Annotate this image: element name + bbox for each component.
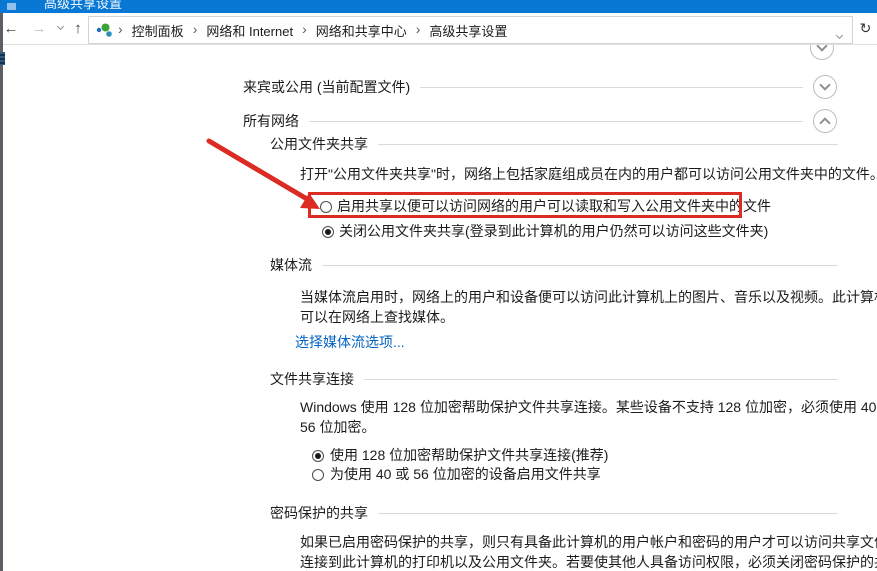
settings-content: 来宾或公用 (当前配置文件) 所有网络 公用文件夹共享 打开"公用文件夹共享"时… [3, 45, 877, 571]
navigation-toolbar: ← → ↑ › 控制面板 › 网络和 Internet › 网络和共享中心 › … [0, 13, 877, 45]
divider [378, 144, 838, 145]
section-public-folder-sharing: 公用文件夹共享 [270, 134, 848, 154]
chevron-down-icon [816, 45, 827, 52]
radio-40-56bit-encryption[interactable] [312, 469, 324, 481]
radio-disable-public-folder-sharing[interactable] [322, 226, 334, 238]
breadcrumb-separator: › [118, 21, 123, 37]
section-toggle-partial[interactable] [810, 45, 834, 60]
profile-row-guest-public: 来宾或公用 (当前配置文件) [243, 75, 837, 99]
password-sharing-description-line: 如果已启用密码保护的共享，则只有具备此计算机的用户帐户和密码的用户才可以访问共享… [300, 532, 877, 552]
divider [364, 379, 838, 380]
address-dropdown-icon[interactable] [837, 25, 842, 43]
address-bar[interactable]: › 控制面板 › 网络和 Internet › 网络和共享中心 › 高级共享设置 [88, 16, 853, 44]
refresh-button[interactable]: ↻ [854, 13, 877, 44]
section-title: 文件共享连接 [270, 369, 354, 389]
chevron-down-icon [56, 23, 63, 30]
breadcrumb-control-panel[interactable]: 控制面板 [132, 21, 184, 40]
chevron-down-icon [836, 32, 843, 39]
chevron-down-icon [819, 79, 830, 90]
section-title: 媒体流 [270, 255, 312, 275]
breadcrumb-separator: › [302, 21, 307, 37]
profile-row-all-networks: 所有网络 [243, 109, 837, 133]
window-titlebar[interactable]: 高级共享设置 [0, 0, 877, 13]
file-sharing-description-line: 56 位加密。 [300, 417, 375, 437]
background-window-icon [0, 52, 5, 65]
recent-pages-dropdown-icon[interactable] [52, 13, 68, 44]
divider [420, 87, 803, 88]
media-streaming-description-line: 可以在网络上查找媒体。 [300, 307, 454, 327]
collapse-all-networks-button[interactable] [813, 109, 837, 133]
back-button[interactable]: ← [0, 13, 22, 44]
file-sharing-description-line: Windows 使用 128 位加密帮助保护文件共享连接。某些设备不支持 128… [300, 397, 877, 417]
section-file-sharing-connections: 文件共享连接 [270, 369, 848, 389]
profile-title: 所有网络 [243, 111, 299, 131]
window-title: 高级共享设置 [44, 0, 122, 12]
section-media-streaming: 媒体流 [270, 255, 848, 275]
breadcrumb-network-sharing-center[interactable]: 网络和共享中心 [316, 21, 407, 40]
section-password-protected-sharing: 密码保护的共享 [270, 503, 848, 523]
divider [322, 265, 838, 266]
breadcrumb-separator: › [416, 21, 421, 37]
media-streaming-description-line: 当媒体流启用时，网络上的用户和设备便可以访问此计算机上的图片、音乐以及视频。此计… [300, 287, 877, 307]
forward-button[interactable]: → [28, 13, 50, 44]
background-window-edge [0, 13, 3, 571]
up-button[interactable]: ↑ [68, 13, 88, 44]
radio-128bit-encryption[interactable] [312, 450, 324, 462]
choose-media-streaming-options-link[interactable]: 选择媒体流选项... [295, 332, 405, 352]
divider [378, 513, 838, 514]
breadcrumb-advanced-sharing[interactable]: 高级共享设置 [429, 21, 507, 40]
chevron-up-icon [819, 117, 830, 128]
expand-guest-public-button[interactable] [813, 75, 837, 99]
window-icon [7, 3, 16, 10]
public-folder-description: 打开"公用文件夹共享"时，网络上包括家庭组成员在内的用户都可以访问公用文件夹中的… [300, 164, 877, 184]
network-icon [96, 23, 113, 38]
section-title: 密码保护的共享 [270, 503, 368, 523]
breadcrumb-network-and-internet[interactable]: 网络和 Internet [206, 21, 293, 40]
advanced-sharing-settings-window: 高级共享设置 ← → ↑ › 控制面板 › 网络和 Internet › 网络和… [0, 0, 877, 571]
radio-label-128bit-encryption[interactable]: 使用 128 位加密帮助保护文件共享连接(推荐) [330, 447, 608, 463]
profile-title: 来宾或公用 (当前配置文件) [243, 77, 410, 97]
breadcrumb-separator: › [193, 21, 198, 37]
annotation-highlight-box [308, 192, 742, 218]
radio-label-40-56bit-encryption[interactable]: 为使用 40 或 56 位加密的设备启用文件共享 [330, 466, 601, 482]
annotation-arrow [195, 133, 335, 223]
radio-label-disable-public-folder-sharing[interactable]: 关闭公用文件夹共享(登录到此计算机的用户仍然可以访问这些文件夹) [339, 223, 768, 239]
divider [309, 121, 803, 122]
password-sharing-description-line: 连接到此计算机的打印机以及公用文件夹。若要使其他人具备访问权限，必须关闭密码保护… [300, 552, 877, 571]
